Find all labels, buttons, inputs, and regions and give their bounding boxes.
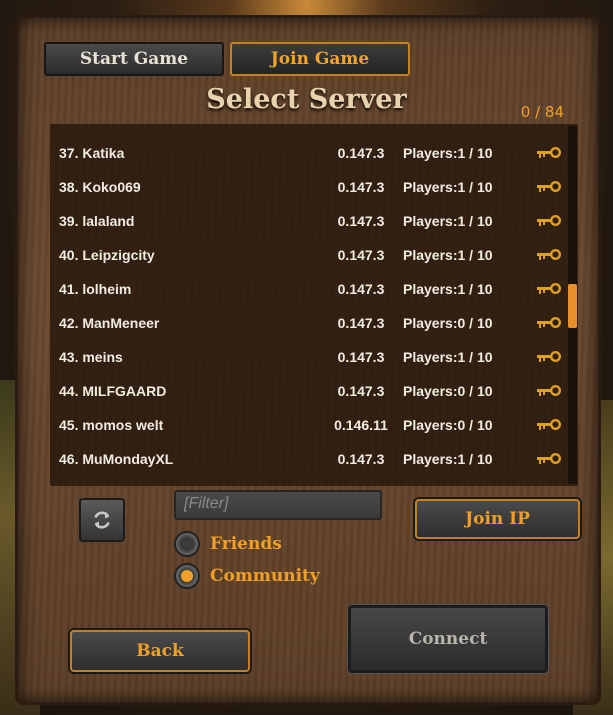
tab-join-game[interactable]: Join Game (230, 42, 410, 76)
server-name: 39. lalaland (59, 213, 135, 229)
server-version: 0.147.3 (337, 315, 385, 331)
server-name: 41. lolheim (59, 281, 132, 297)
server-row[interactable]: 37. Katika 0.147.3 Players:1 / 10 (50, 136, 568, 170)
key-icon (537, 385, 561, 396)
server-players: Players:1 / 10 (403, 281, 493, 297)
scrollbar[interactable] (568, 126, 577, 484)
server-players: Players:1 / 10 (403, 349, 493, 365)
server-name: 46. MuMondayXL (59, 451, 174, 467)
server-name: 42. ManMeneer (59, 315, 160, 331)
server-version: 0.147.3 (337, 349, 385, 365)
key-icon (537, 419, 561, 430)
key-icon (537, 453, 561, 464)
key-icon (537, 283, 561, 294)
server-version: 0.147.3 (337, 179, 385, 195)
server-name: 40. Leipzigcity (59, 247, 155, 263)
server-version: 0.147.3 (337, 451, 385, 467)
server-version: 0.147.3 (337, 247, 385, 263)
server-row[interactable]: 43. meins 0.147.3 Players:1 / 10 (50, 340, 568, 374)
server-players: Players:0 / 10 (403, 315, 493, 331)
key-icon (537, 317, 561, 328)
key-icon (537, 181, 561, 192)
server-row[interactable]: 46. MuMondayXL 0.147.3 Players:1 / 10 (50, 442, 568, 476)
filter-input[interactable]: [Filter] (174, 490, 382, 520)
server-name: 45. momos welt (59, 417, 164, 433)
server-version: 0.146.11 (334, 417, 388, 433)
server-players: Players:0 / 10 (403, 383, 493, 399)
radio-friends-ring[interactable] (174, 531, 200, 557)
refresh-icon (94, 511, 110, 529)
server-row[interactable]: 44. MILFGAARD 0.147.3 Players:0 / 10 (50, 374, 568, 408)
server-name: 44. MILFGAARD (59, 383, 167, 399)
tab-start-game[interactable]: Start Game (44, 42, 224, 76)
server-version: 0.147.3 (337, 383, 385, 399)
key-icon (537, 351, 561, 362)
key-icon (537, 249, 561, 260)
server-players: Players:1 / 10 (403, 179, 493, 195)
key-icon (537, 147, 561, 158)
server-row[interactable]: 41. lolheim 0.147.3 Players:1 / 10 (50, 272, 568, 306)
scrollbar-thumb[interactable] (568, 284, 577, 328)
server-row[interactable]: 45. momos welt 0.146.11 Players:0 / 10 (50, 408, 568, 442)
server-players: Players:1 / 10 (403, 451, 493, 467)
join-ip-button[interactable]: Join IP (415, 499, 580, 539)
server-version: 0.147.3 (337, 281, 385, 297)
server-row[interactable]: 40. Leipzigcity 0.147.3 Players:1 / 10 (50, 238, 568, 272)
radio-friends[interactable]: Friends (174, 529, 282, 559)
server-name: 37. Katika (59, 145, 125, 161)
server-version: 0.147.3 (337, 145, 385, 161)
radio-selected-dot (181, 570, 193, 582)
back-button[interactable]: Back (70, 630, 250, 672)
server-name: 43. meins (59, 349, 123, 365)
server-name: 38. Koko069 (59, 179, 141, 195)
server-players: Players:1 / 10 (403, 213, 493, 229)
server-row[interactable]: 42. ManMeneer 0.147.3 Players:0 / 10 (50, 306, 568, 340)
connect-button[interactable]: Connect (348, 605, 548, 673)
key-icon (537, 215, 561, 226)
server-list[interactable]: 37. Katika 0.147.3 Players:1 / 10 38. Koko0… (50, 124, 578, 486)
server-row[interactable]: 38. Koko069 0.147.3 Players:1 / 10 (50, 170, 568, 204)
radio-community-ring[interactable] (174, 563, 200, 589)
radio-community[interactable]: Community (174, 561, 320, 591)
refresh-button[interactable] (79, 498, 125, 542)
server-row[interactable]: 39. lalaland 0.147.3 Players:1 / 10 (50, 204, 568, 238)
radio-friends-label: Friends (210, 534, 282, 554)
server-players: Players:0 / 10 (403, 417, 493, 433)
server-players: Players:1 / 10 (403, 247, 493, 263)
server-players: Players:1 / 10 (403, 145, 493, 161)
radio-community-label: Community (210, 566, 320, 586)
server-count: 0 / 84 (520, 103, 564, 121)
server-version: 0.147.3 (337, 213, 385, 229)
